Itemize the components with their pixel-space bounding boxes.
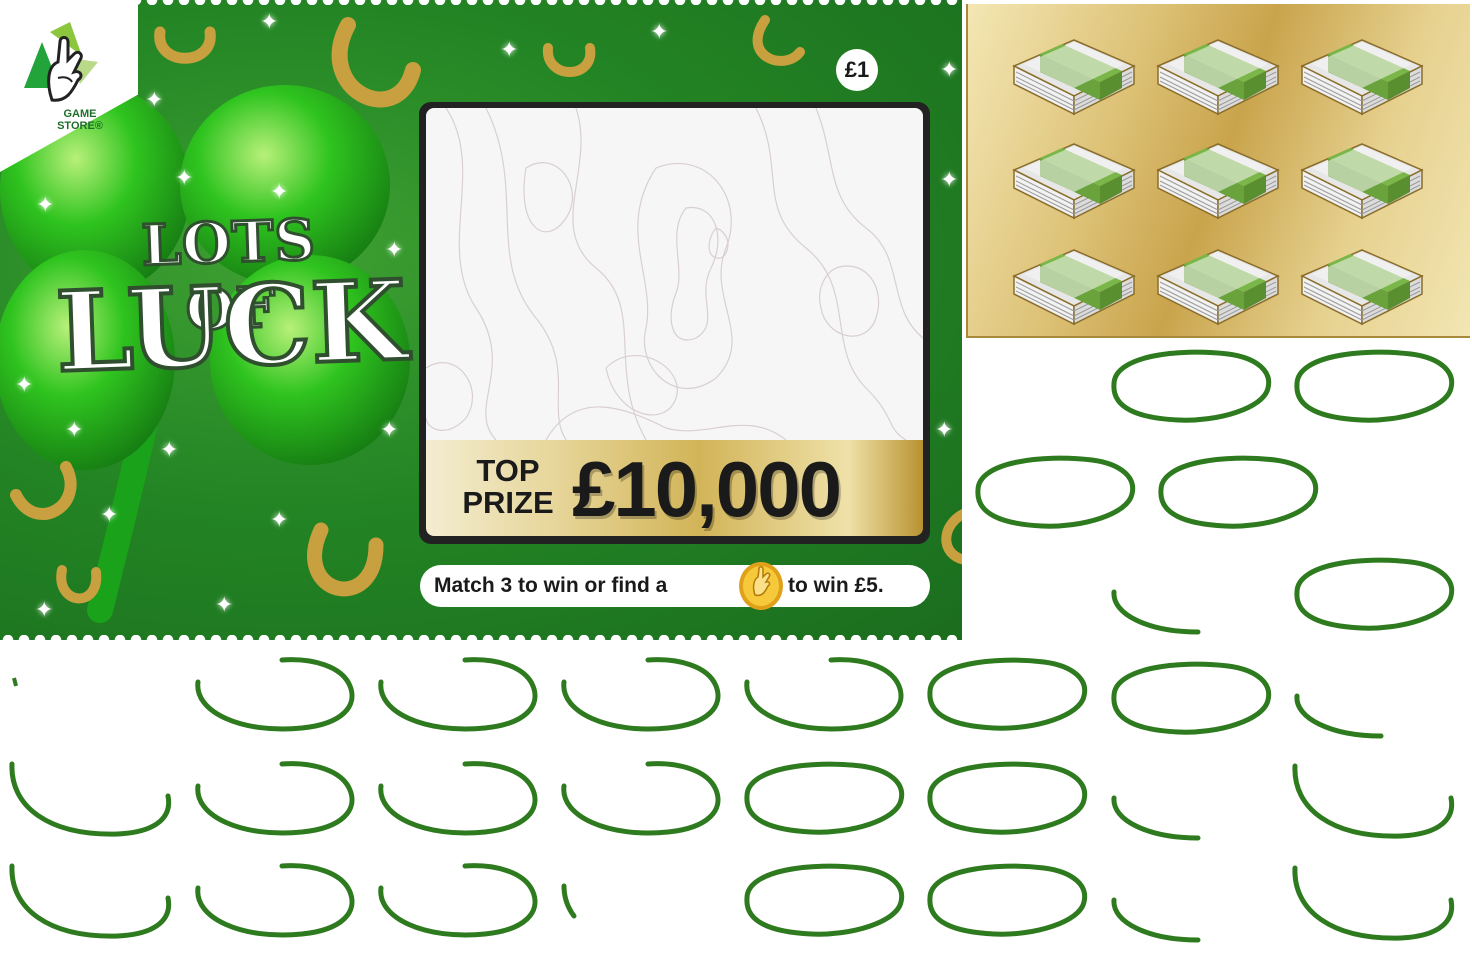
win-circle-ring	[741, 756, 907, 842]
cash-stack-icon	[1013, 143, 1135, 219]
sparkle-icon: ✦	[36, 193, 55, 218]
win-circle-ring	[192, 756, 358, 842]
win-circle-ring	[1108, 860, 1274, 946]
sparkle-icon: ✦	[65, 418, 84, 443]
win-circle-ring	[8, 756, 174, 842]
scratchcard-ticket: ✦ ✦ ✦ ✦ ✦ ✦ ✦ ✦ ✦ ✦ ✦ ✦ ✦ ✦ ✦ ✦ ✦ ✦ ✦ GA…	[0, 0, 962, 640]
brand-line-2: STORE®	[57, 120, 103, 132]
cash-stack-icon	[1301, 39, 1423, 115]
rules-text-part-2: to win £5.	[788, 574, 884, 597]
sparkle-icon: ✦	[35, 598, 54, 623]
horseshoe-icon	[10, 461, 77, 520]
cash-stack-icon	[1157, 39, 1279, 115]
sparkle-icon: ✦	[935, 418, 954, 443]
win-circle-ring	[1108, 344, 1274, 430]
cash-stack-icon	[1157, 249, 1279, 325]
ticket-perforation-top	[0, 0, 962, 5]
sparkle-icon: ✦	[15, 373, 34, 398]
win-circle-ring	[1155, 450, 1321, 536]
win-circle-ring	[1291, 860, 1457, 946]
win-circle-ring	[972, 450, 1138, 536]
sparkle-icon: ✦	[500, 38, 519, 63]
win-circle-ring	[192, 652, 358, 738]
horseshoe-icon	[56, 565, 102, 604]
win-circle-ring	[375, 652, 541, 738]
cash-stack-icon	[1013, 249, 1135, 325]
sparkle-icon: ✦	[175, 166, 194, 191]
win-circle-ring	[558, 756, 724, 842]
ticket-perforation-bottom	[0, 635, 962, 640]
win-circle-ring	[375, 858, 541, 944]
top-prize-label: TOP PRIZE	[446, 455, 570, 519]
top-prize-label-line-1: TOP	[476, 453, 540, 488]
sparkle-icon: ✦	[940, 58, 959, 83]
sparkle-icon: ✦	[160, 438, 179, 463]
cash-stack-icon	[1013, 39, 1135, 115]
sparkle-icon: ✦	[215, 593, 234, 618]
win-circle-ring	[1108, 656, 1274, 742]
win-circle-ring	[12, 677, 18, 687]
win-circle-ring	[375, 756, 541, 842]
horseshoe-icon	[542, 43, 596, 77]
rules-text-part-1: Match 3 to win or find a	[434, 574, 668, 597]
contour-pattern	[426, 108, 923, 440]
brand-logo-text: GAME STORE®	[40, 108, 120, 132]
sparkle-icon: ✦	[145, 88, 164, 113]
sparkle-icon: ✦	[650, 20, 669, 45]
win-circle-ring	[924, 756, 1090, 842]
top-prize-amount: £10,000	[572, 445, 842, 533]
cash-stack-icon	[1157, 143, 1279, 219]
win-circle-ring	[1291, 758, 1457, 844]
win-circle-ring	[924, 858, 1090, 944]
win-circle-ring	[558, 652, 724, 738]
top-prize-label-line-2: PRIZE	[462, 485, 554, 520]
win-circle-ring	[741, 858, 907, 944]
win-circle-ring	[924, 652, 1090, 738]
win-circle-ring	[8, 858, 174, 944]
win-circle-ring	[1291, 552, 1457, 638]
cash-stack-icon	[1301, 143, 1423, 219]
sparkle-icon: ✦	[380, 418, 399, 443]
win-circle-ring	[1291, 656, 1457, 742]
win-circle-ring	[1291, 344, 1457, 430]
scratch-area[interactable]	[426, 108, 923, 440]
win-circle-ring	[1108, 552, 1274, 638]
win-circle-ring	[741, 652, 907, 738]
win-circle-ring	[192, 858, 358, 944]
lucky-coin-icon	[739, 562, 783, 610]
cash-stack-icon	[1301, 249, 1423, 325]
sparkle-icon: ✦	[260, 10, 279, 35]
sparkle-icon: ✦	[100, 503, 119, 528]
game-title-line-2: LUCK	[52, 254, 411, 399]
horseshoe-icon	[307, 522, 384, 597]
horseshoe-icon	[752, 15, 805, 66]
sparkle-icon: ✦	[270, 508, 289, 533]
national-lottery-logo-icon	[24, 22, 98, 102]
horseshoe-icon	[331, 17, 421, 108]
win-circle-ring	[1108, 758, 1274, 844]
sparkle-icon: ✦	[270, 180, 289, 205]
win-circle-ring	[561, 883, 577, 919]
brand-line-1: GAME	[63, 108, 97, 120]
price-badge: £1	[836, 49, 878, 91]
horseshoe-icon	[941, 508, 962, 565]
horseshoe-icon	[154, 26, 216, 64]
sparkle-icon: ✦	[940, 168, 959, 193]
